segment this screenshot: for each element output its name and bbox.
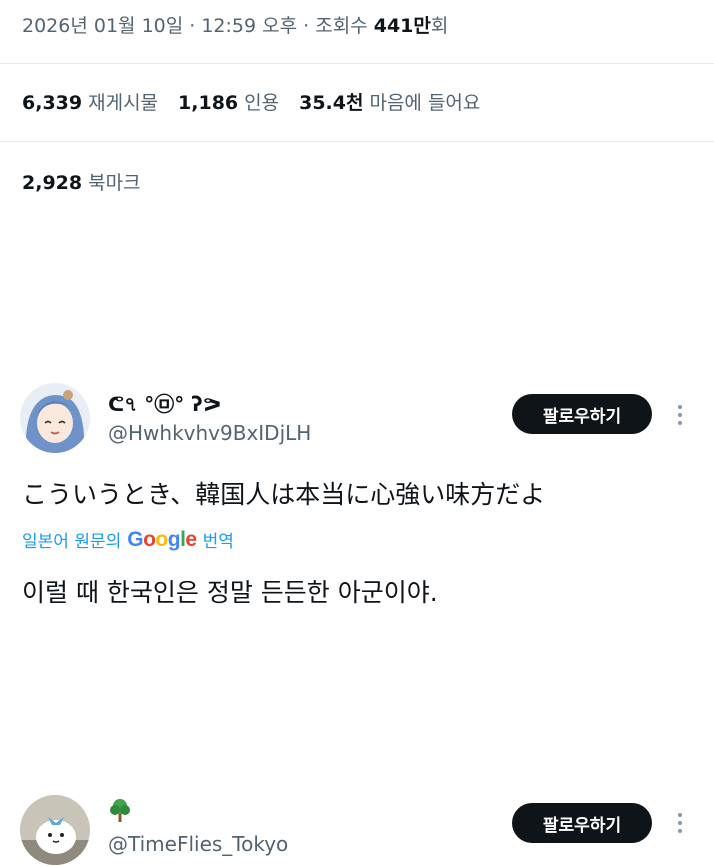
follow-button[interactable]: 팔로우하기	[512, 394, 652, 434]
more-options-icon[interactable]	[670, 808, 690, 838]
avatar[interactable]	[20, 383, 90, 453]
follow-button[interactable]: 팔로우하기	[512, 803, 652, 843]
tree-icon	[108, 797, 132, 828]
translate-suffix: 번역	[202, 532, 234, 552]
tweet-date: 2026년 01월 10일 · 12:59 오후 · 조회수	[22, 15, 368, 37]
tweet-timestamp-views: 2026년 01월 10일 · 12:59 오후 · 조회수 441만회	[22, 11, 448, 38]
display-name[interactable]: ᕦ৭ °㉤° ʔᕗ	[108, 388, 221, 423]
bookmark-stats: 2,928 북마크	[22, 168, 141, 195]
view-count[interactable]: 441만	[374, 15, 431, 37]
post-original-text: こういうとき、韓国人は本当に心強い味方だよ	[22, 480, 546, 509]
likes-stat[interactable]: 35.4천 마음에 들어요	[299, 88, 480, 115]
google-logo-icon: Google	[127, 527, 197, 551]
translation-attribution[interactable]: 일본어 원문의 Google 번역	[22, 527, 234, 553]
bookmarks-stat[interactable]: 2,928 북마크	[22, 168, 141, 195]
reposts-stat[interactable]: 6,339 재게시물	[22, 88, 158, 115]
user-handle[interactable]: @Hwhkvhv9BxIDjLH	[108, 421, 311, 445]
user-handle[interactable]: @TimeFlies_Tokyo	[108, 832, 288, 856]
character-avatar-icon	[20, 795, 90, 865]
view-suffix: 회	[430, 15, 449, 37]
engagement-stats: 6,339 재게시물 1,186 인용 35.4천 마음에 들어요	[22, 88, 480, 115]
divider	[0, 141, 714, 142]
avatar[interactable]	[20, 795, 90, 865]
quotes-stat[interactable]: 1,186 인용	[178, 88, 279, 115]
translate-prefix: 일본어 원문의	[22, 532, 122, 552]
anime-avatar-icon	[20, 383, 90, 453]
more-options-icon[interactable]	[670, 400, 690, 430]
divider	[0, 63, 714, 64]
post-translated-text: 이럴 때 한국인은 정말 든든한 아군이야.	[22, 578, 438, 607]
